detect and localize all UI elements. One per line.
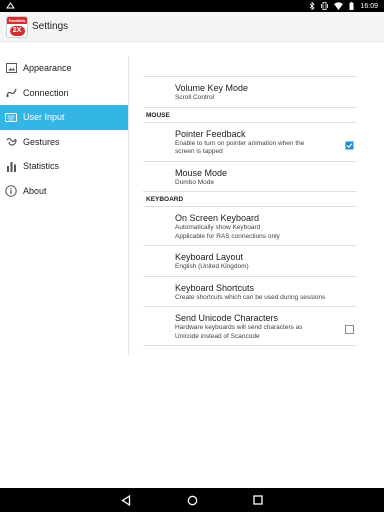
sidebar-item-gestures[interactable]: Gestures (0, 130, 128, 155)
sidebar-item-label: User Input (23, 112, 65, 123)
image-icon (5, 62, 17, 74)
pref-summary: English (United Kingdom) (175, 263, 249, 270)
clock: 16:09 (360, 2, 378, 10)
app-logo[interactable]: Parallels 2X (6, 15, 28, 38)
pref-keyboard-shortcuts[interactable]: Keyboard Shortcuts Create shortcuts whic… (143, 277, 357, 307)
pref-title: On Screen Keyboard (175, 213, 260, 223)
info-icon (5, 185, 17, 197)
logo-brand-text: Parallels (7, 16, 27, 24)
category-keyboard: KEYBOARD (143, 192, 357, 207)
pref-summary: Hardware keyboards will send characters … (175, 324, 303, 340)
gesture-icon (5, 136, 17, 148)
logo-mark: 2X (12, 26, 22, 34)
pointer-feedback-checkbox[interactable] (345, 137, 354, 149)
sidebar-item-label: Gestures (23, 136, 60, 147)
user-input-settings: Volume Key Mode Scroll Control MOUSE Poi… (143, 76, 357, 346)
sidebar-item-label: Statistics (23, 161, 60, 172)
pref-keyboard-layout[interactable]: Keyboard Layout English (United Kingdom) (143, 246, 357, 277)
action-bar: Parallels 2X Settings (0, 12, 384, 42)
category-mouse: MOUSE (143, 108, 357, 123)
back-icon[interactable] (119, 493, 133, 507)
status-bar: 16:09 (0, 0, 384, 12)
sidebar-item-statistics[interactable]: Statistics (0, 154, 128, 179)
pref-summary: Automatically show Keyboard (175, 224, 261, 231)
pref-title: Keyboard Layout (175, 252, 244, 262)
sidebar-item-user-input[interactable]: User Input (0, 105, 128, 130)
recents-icon[interactable] (251, 493, 265, 507)
pref-title: Send Unicode Characters (175, 313, 279, 323)
pref-summary: Create shortcuts which can be used durin… (175, 293, 326, 301)
pref-summary: Dumbo Mode (175, 178, 215, 186)
bar-chart-icon (5, 160, 17, 172)
connection-icon (5, 87, 17, 99)
send-unicode-checkbox[interactable] (345, 321, 354, 334)
pref-summary: Enable to turn on pointer animation when… (175, 139, 305, 156)
pref-title: Volume Key Mode (175, 83, 249, 93)
notification-icon (6, 1, 15, 11)
page-title: Settings (32, 21, 69, 32)
sidebar-item-appearance[interactable]: Appearance (0, 56, 128, 81)
pref-send-unicode[interactable]: Send Unicode Characters Hardware keyboar… (143, 307, 357, 346)
pref-pointer-feedback[interactable]: Pointer Feedback Enable to turn on point… (143, 123, 357, 162)
pref-summary: Scroll Control (175, 94, 215, 101)
wifi-icon (334, 2, 344, 10)
pref-mouse-mode[interactable]: Mouse Mode Dumbo Mode (143, 162, 357, 192)
sidebar-divider (128, 56, 129, 356)
pref-on-screen-keyboard[interactable]: On Screen Keyboard Automatically show Ke… (143, 207, 357, 246)
sidebar-item-label: Appearance (23, 63, 72, 74)
pref-title: Keyboard Shortcuts (175, 282, 255, 293)
pref-title: Pointer Feedback (175, 128, 246, 139)
pref-title: Mouse Mode (175, 167, 228, 178)
keyboard-icon (5, 111, 17, 123)
bluetooth-icon (309, 2, 316, 10)
settings-sidebar: Appearance Connection User Input Gesture… (0, 56, 128, 203)
sidebar-item-label: About (23, 185, 47, 196)
battery-icon (349, 2, 354, 10)
vibrate-icon (321, 2, 329, 10)
pref-volume-key-mode[interactable]: Volume Key Mode Scroll Control (143, 76, 357, 108)
pref-summary: Applicable for RAS connections only (175, 232, 280, 240)
navigation-bar (0, 488, 384, 512)
sidebar-item-connection[interactable]: Connection (0, 81, 128, 106)
home-icon[interactable] (185, 493, 199, 507)
sidebar-item-label: Connection (23, 87, 69, 98)
sidebar-item-about[interactable]: About (0, 179, 128, 204)
